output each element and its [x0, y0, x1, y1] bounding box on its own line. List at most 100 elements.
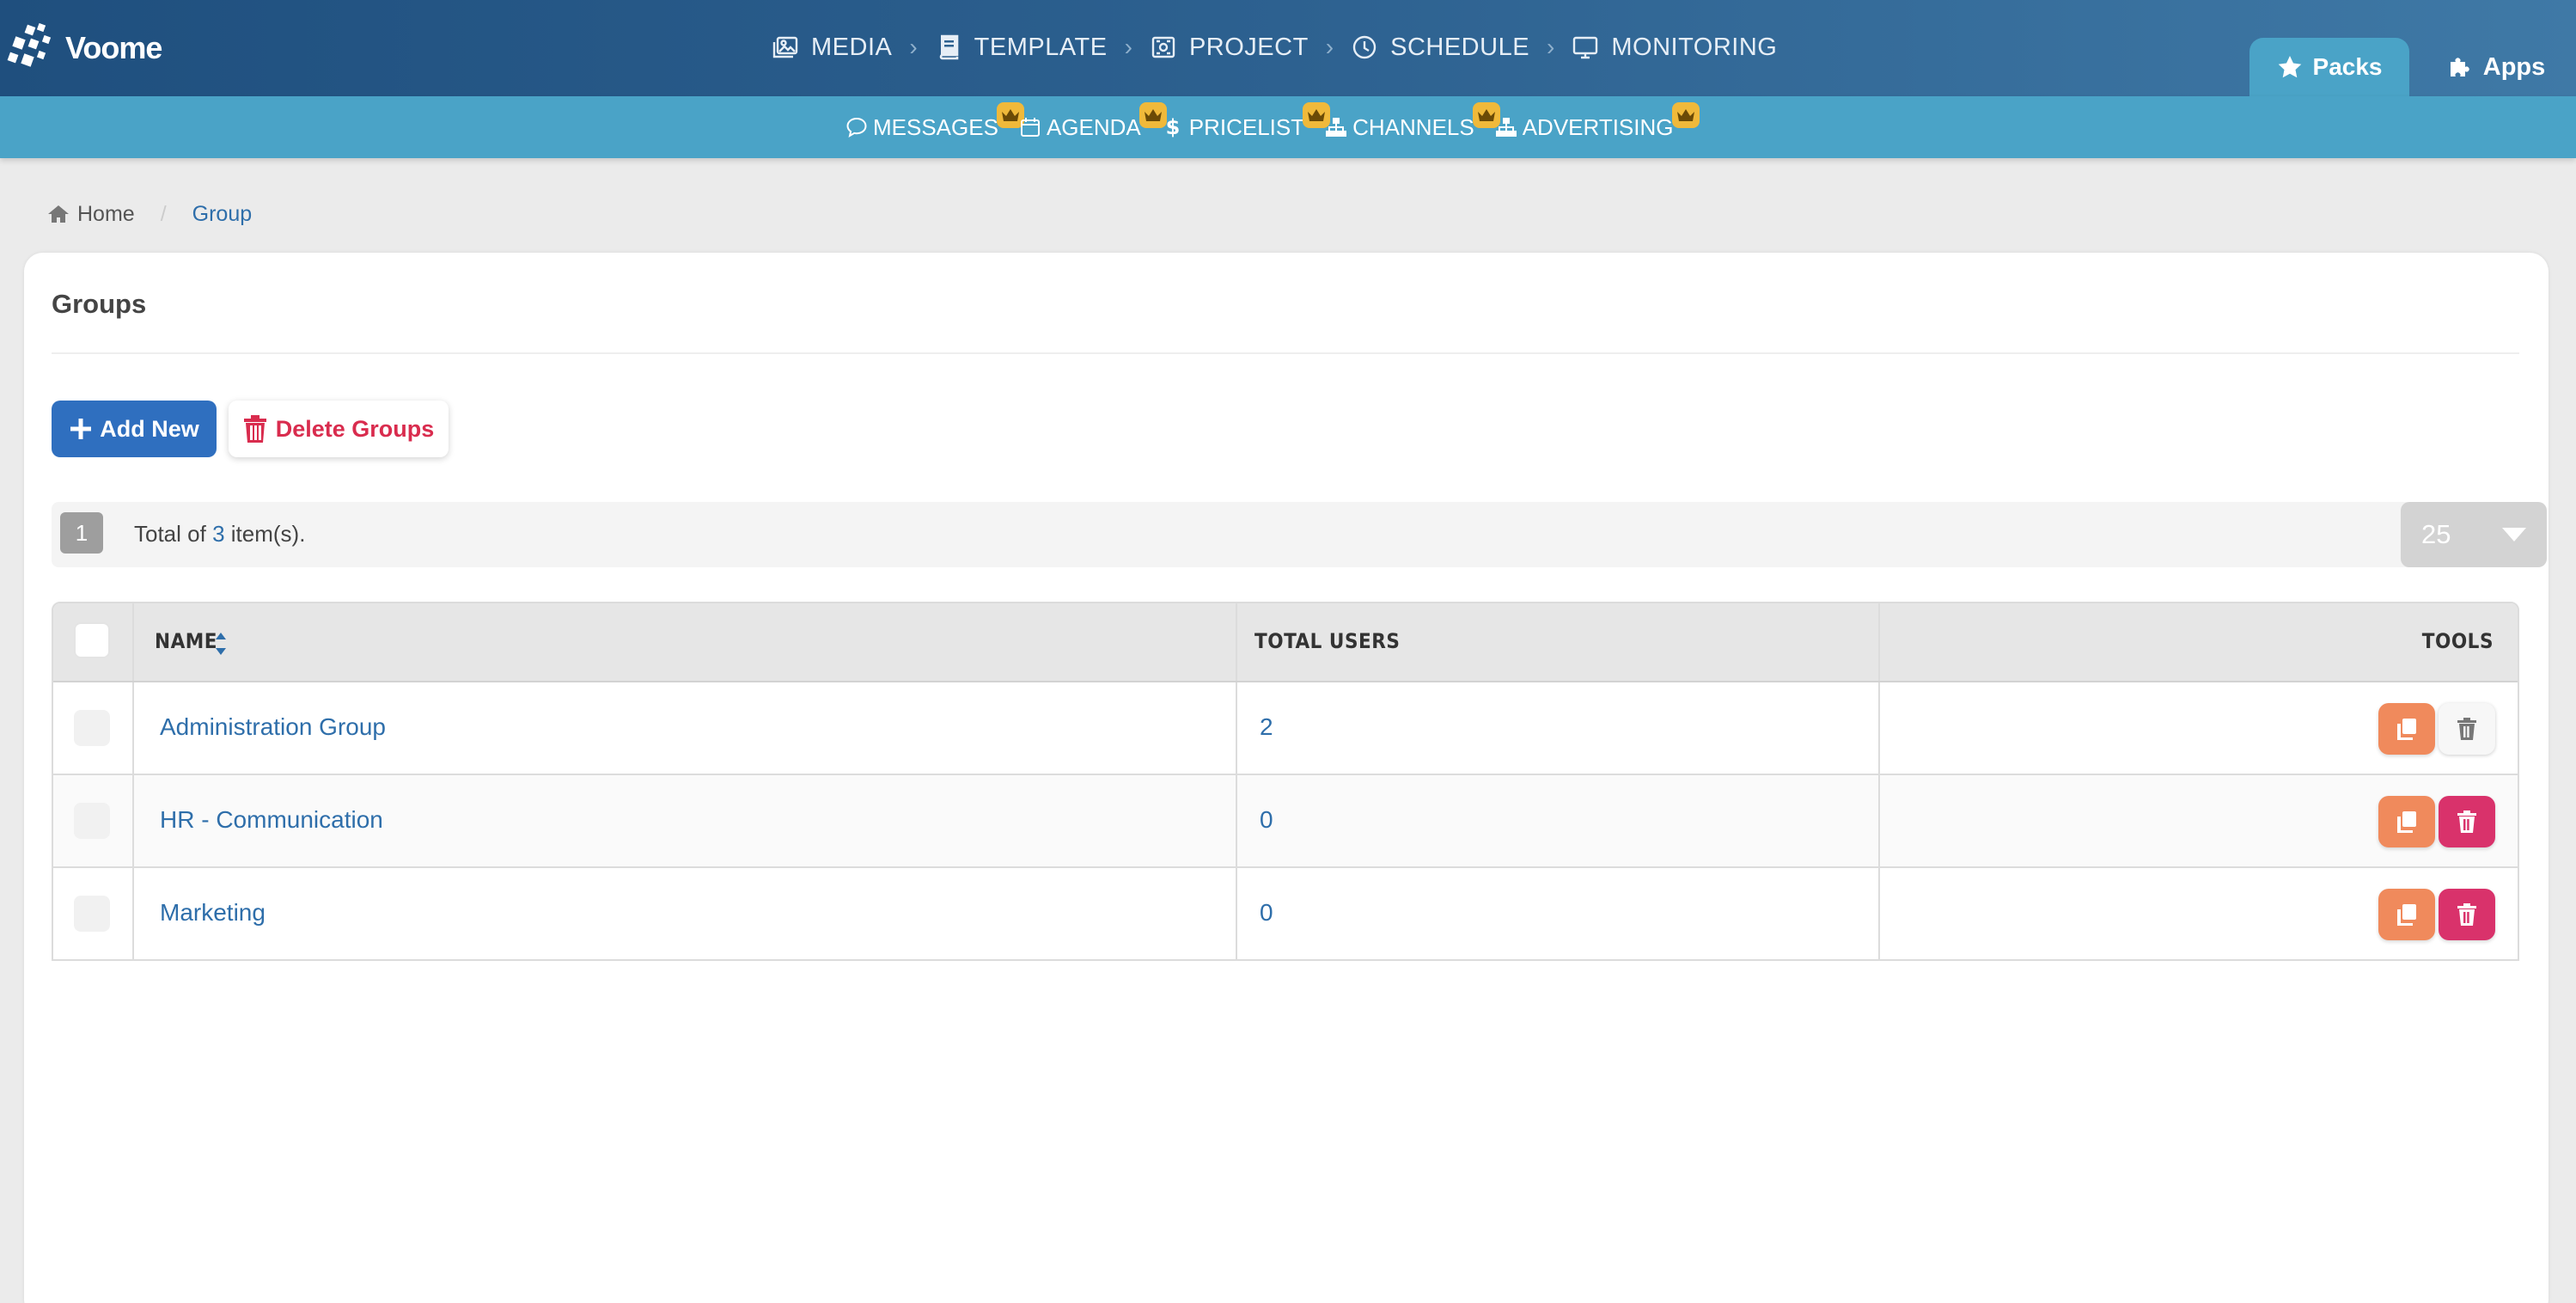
- groups-table: NAME TOTAL USERS TOOLS Administration Gr…: [52, 602, 2519, 961]
- plus-icon: [70, 419, 92, 439]
- divider: [52, 352, 2519, 354]
- subnav-pricelist[interactable]: $ PRICELIST: [1162, 101, 1331, 141]
- nav-template[interactable]: TEMPLATE: [935, 34, 1108, 62]
- subnav-agenda-label: AGENDA: [1046, 113, 1141, 140]
- groups-card: Groups Add New Delete Groups 1 Total of …: [24, 253, 2549, 1303]
- breadcrumb-separator: /: [160, 201, 167, 226]
- delete-button[interactable]: [2439, 889, 2495, 940]
- subnav-agenda[interactable]: AGENDA: [1019, 101, 1167, 141]
- subnav-messages-label: MESSAGES: [873, 113, 998, 140]
- total-users-link[interactable]: 0: [1260, 806, 1273, 834]
- delete-button[interactable]: [2439, 796, 2495, 847]
- delete-button-disabled[interactable]: [2439, 703, 2495, 755]
- subnav-advertising-label: ADVERTISING: [1522, 113, 1674, 140]
- sub-nav: MESSAGES AGENDA $ PRICELIST CHANNELS ADV…: [845, 101, 1700, 144]
- column-divider: [132, 775, 134, 866]
- page-title: Groups: [52, 289, 147, 319]
- add-new-button[interactable]: Add New: [52, 401, 217, 457]
- project-icon: [1151, 36, 1175, 58]
- column-divider: [132, 682, 134, 774]
- subnav-pricelist-label: PRICELIST: [1188, 113, 1305, 140]
- tab-packs[interactable]: Packs: [2249, 38, 2409, 96]
- voome-logo[interactable]: Voome: [7, 22, 162, 74]
- nav-schedule-label: SCHEDULE: [1390, 33, 1530, 61]
- group-name-link[interactable]: Administration Group: [160, 713, 386, 741]
- duplicate-button[interactable]: [2378, 889, 2435, 940]
- column-divider: [132, 603, 134, 681]
- row-checkbox[interactable]: [74, 803, 110, 839]
- total-suffix: item(s).: [224, 521, 306, 547]
- column-divider: [1236, 603, 1237, 681]
- breadcrumb-home-label: Home: [77, 201, 135, 226]
- delete-groups-button[interactable]: Delete Groups: [229, 401, 449, 457]
- nav-monitoring-label: MONITORING: [1611, 33, 1778, 61]
- table-row: Administration Group 2: [53, 682, 2518, 775]
- book-icon: [939, 34, 958, 60]
- row-checkbox[interactable]: [74, 896, 110, 932]
- trash-icon: [2457, 811, 2476, 833]
- delete-groups-label: Delete Groups: [275, 415, 435, 442]
- main-nav: MEDIA › TEMPLATE › PROJECT › SCHEDULE › …: [772, 26, 1777, 69]
- copy-icon: [2397, 904, 2416, 926]
- column-header-name[interactable]: NAME: [155, 629, 217, 653]
- subnav-advertising[interactable]: ADVERTISING: [1495, 101, 1700, 141]
- duplicate-button[interactable]: [2378, 703, 2435, 755]
- sitemap-icon: [1326, 118, 1347, 137]
- app-name: Voome: [65, 30, 162, 65]
- column-divider: [1236, 775, 1237, 866]
- crown-icon: [1671, 101, 1700, 128]
- total-users-link[interactable]: 2: [1260, 713, 1273, 741]
- column-divider: [1236, 868, 1237, 959]
- duplicate-button[interactable]: [2378, 796, 2435, 847]
- chevron-right-icon: ›: [1325, 34, 1334, 60]
- total-items-text: Total of 3 item(s).: [134, 521, 305, 548]
- group-name-link[interactable]: Marketing: [160, 899, 266, 927]
- trash-icon: [243, 415, 266, 443]
- tab-apps[interactable]: Apps: [2432, 38, 2561, 96]
- comment-icon: [846, 117, 867, 138]
- nav-schedule[interactable]: SCHEDULE: [1351, 34, 1529, 62]
- caret-down-icon: [2502, 528, 2526, 541]
- table-row: HR - Communication 0: [53, 775, 2518, 868]
- nav-template-label: TEMPLATE: [974, 33, 1108, 61]
- svg-text:$: $: [1165, 116, 1180, 138]
- tab-apps-label: Apps: [2482, 52, 2546, 81]
- clock-icon: [1352, 35, 1377, 59]
- total-prefix: Total of: [134, 521, 213, 547]
- nav-project[interactable]: PROJECT: [1150, 34, 1309, 62]
- column-divider: [132, 868, 134, 959]
- chevron-right-icon: ›: [909, 34, 918, 60]
- copy-icon: [2397, 811, 2416, 833]
- total-count: 3: [212, 521, 225, 547]
- nav-project-label: PROJECT: [1188, 33, 1309, 61]
- per-page-value: 25: [2421, 519, 2451, 549]
- sort-icon[interactable]: [215, 629, 227, 658]
- dollar-icon: $: [1165, 116, 1180, 138]
- calendar-icon: [1020, 118, 1040, 137]
- select-all-checkbox[interactable]: [74, 622, 110, 658]
- trash-icon: [2457, 903, 2476, 926]
- nav-media[interactable]: MEDIA: [772, 34, 892, 62]
- nav-monitoring[interactable]: MONITORING: [1572, 34, 1777, 62]
- subnav-messages[interactable]: MESSAGES: [845, 101, 1024, 141]
- column-divider: [1878, 775, 1880, 866]
- monitor-icon: [1573, 36, 1598, 59]
- premium-subnav: MESSAGES AGENDA $ PRICELIST CHANNELS ADV…: [0, 96, 2576, 158]
- breadcrumb-home[interactable]: Home: [46, 202, 135, 227]
- per-page-select[interactable]: 25: [2401, 502, 2547, 567]
- add-new-label: Add New: [100, 415, 199, 442]
- row-checkbox[interactable]: [74, 710, 110, 746]
- page-number-button[interactable]: 1: [60, 512, 103, 554]
- sitemap-icon: [1495, 118, 1517, 137]
- nav-media-label: MEDIA: [811, 33, 893, 61]
- subnav-channels[interactable]: CHANNELS: [1325, 101, 1500, 141]
- pagination-bar: 1 Total of 3 item(s). 25: [52, 502, 2547, 567]
- total-users-link[interactable]: 0: [1260, 899, 1273, 927]
- tab-packs-label: Packs: [2312, 53, 2383, 80]
- trash-icon: [2457, 718, 2476, 740]
- group-name-link[interactable]: HR - Communication: [160, 806, 383, 834]
- column-divider: [1878, 603, 1880, 681]
- column-header-tools: TOOLS: [2421, 629, 2494, 653]
- top-navbar: Voome MEDIA › TEMPLATE › PROJECT › SCHED…: [0, 0, 2576, 96]
- column-divider: [1878, 682, 1880, 774]
